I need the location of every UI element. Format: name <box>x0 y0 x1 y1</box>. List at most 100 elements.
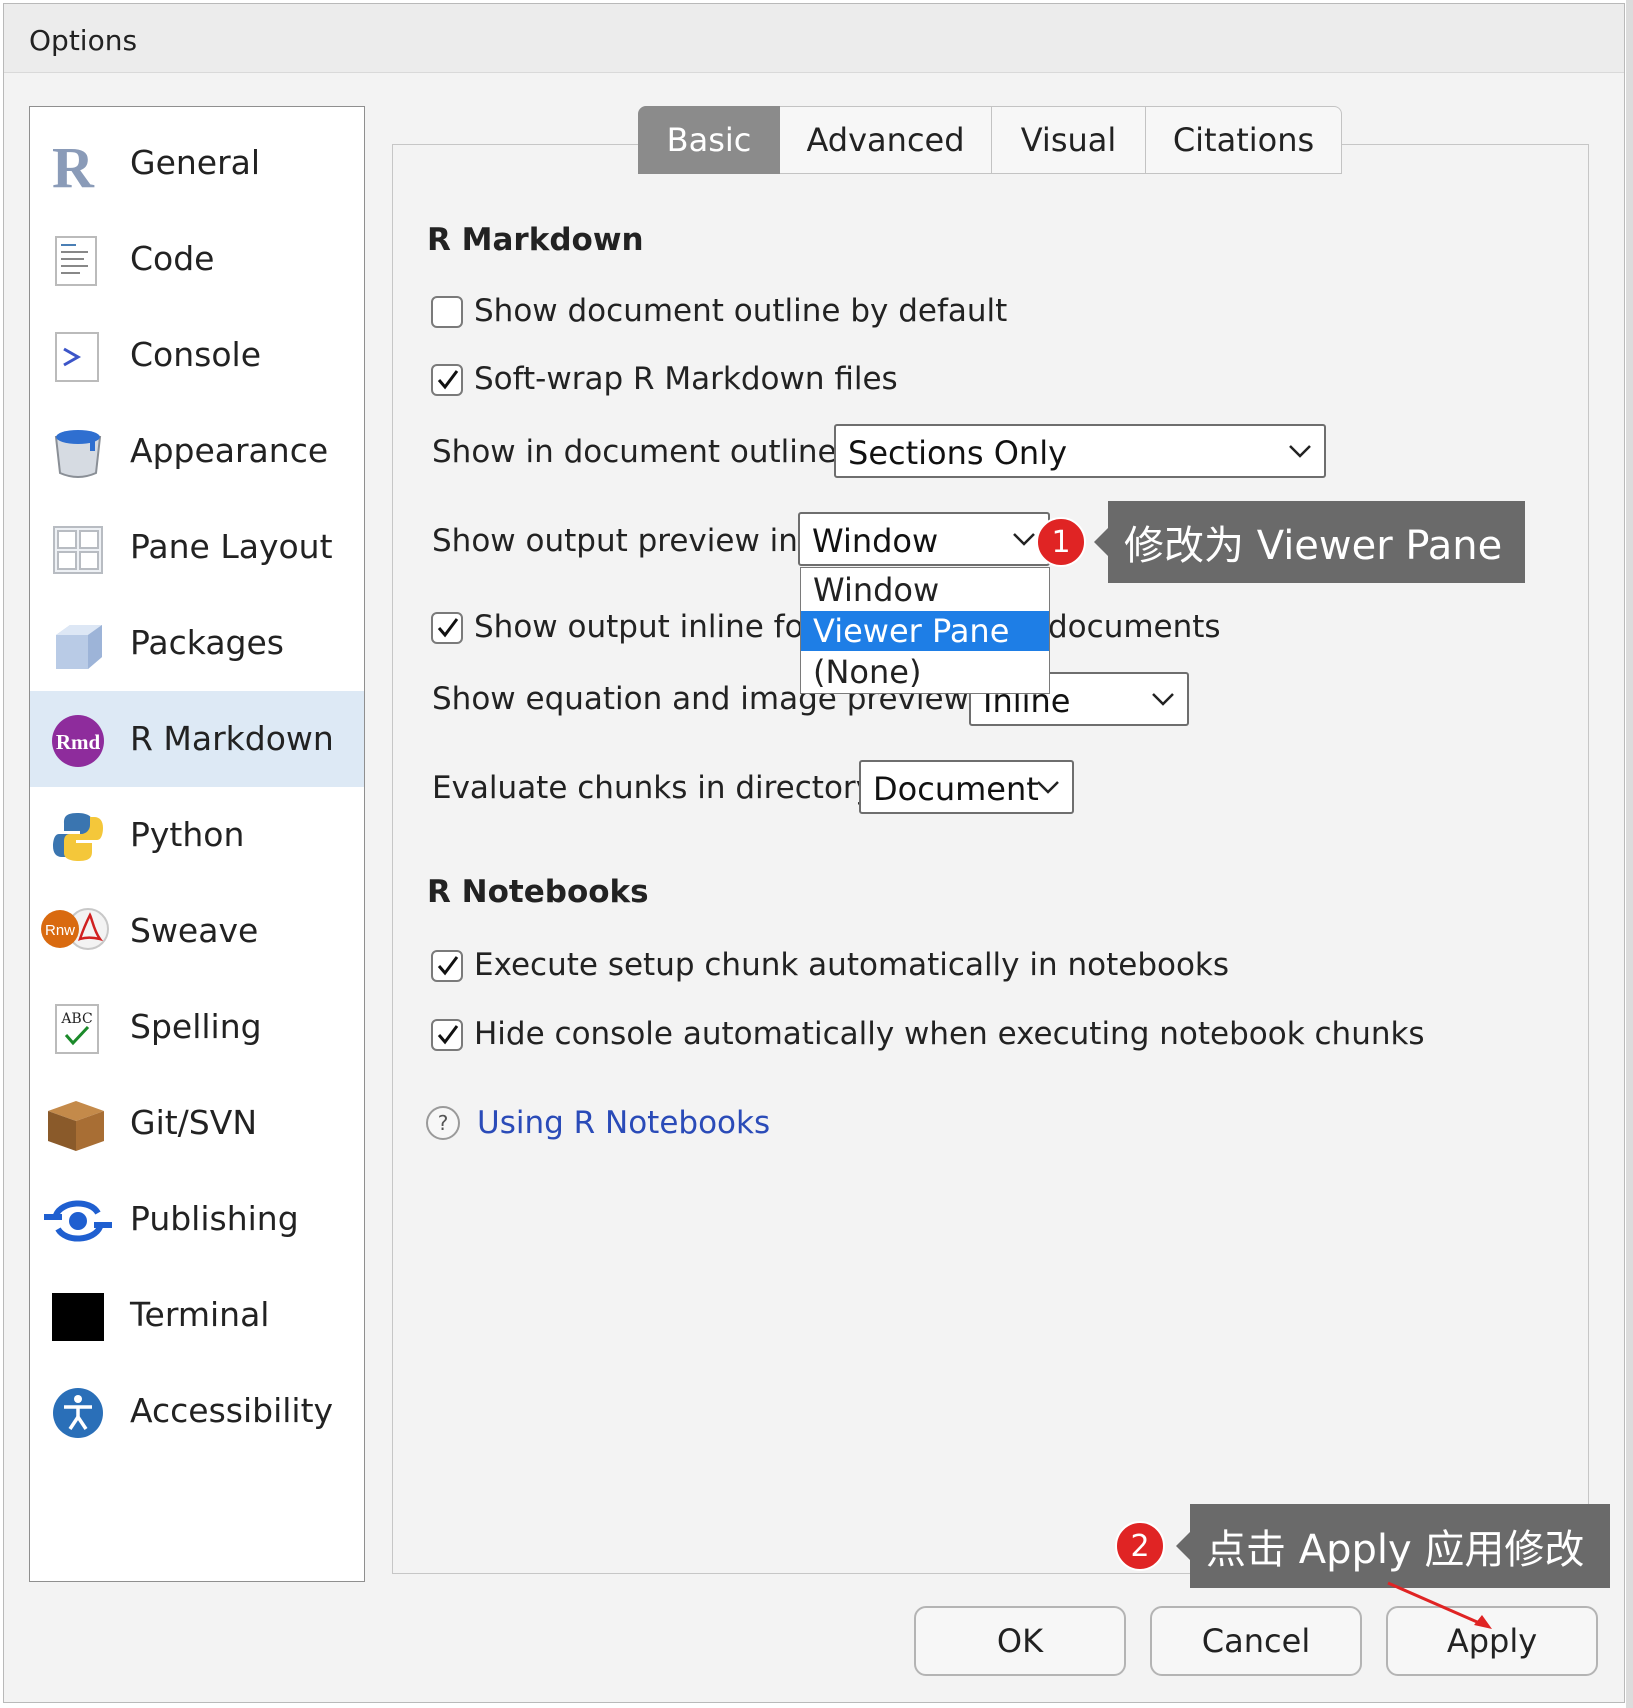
show-output-inline-label: Show output inline for <box>474 609 817 645</box>
dialog-title: Options <box>29 24 138 57</box>
sidebar-item-general[interactable]: R General <box>30 115 364 211</box>
soft-wrap-checkbox[interactable] <box>431 364 463 396</box>
tab-advanced[interactable]: Advanced <box>780 106 992 174</box>
show-output-inline-label-suffix: documents <box>1048 609 1221 645</box>
show-outline-checkbox[interactable] <box>431 296 463 328</box>
tab-basic[interactable]: Basic <box>638 106 780 174</box>
package-cube-icon <box>56 625 102 669</box>
git-box-icon <box>48 1101 104 1151</box>
step-1-callout: 修改为 Viewer Pane <box>1108 501 1525 583</box>
sidebar-item-label: Console <box>130 335 262 374</box>
chevron-down-icon <box>1013 533 1035 546</box>
sidebar-item-python[interactable]: Python <box>30 787 364 883</box>
callout-1-pointer <box>1094 528 1108 556</box>
spelling-abc-icon: ABC <box>55 1004 99 1054</box>
python-icon <box>53 813 103 861</box>
sidebar-item-label: Git/SVN <box>130 1103 258 1142</box>
title-bar: Options <box>4 4 1624 73</box>
show-in-outline-label: Show in document outline: <box>432 434 848 470</box>
sidebar-item-pane-layout[interactable]: Pane Layout <box>30 499 364 595</box>
step-2-callout: 点击 Apply 应用修改 <box>1190 1504 1610 1588</box>
evaluate-chunks-value: Document <box>873 770 1039 808</box>
sweave-icon-text: Rnw <box>45 922 75 939</box>
tab-bar: Basic Advanced Visual Citations <box>638 106 1342 176</box>
rmd-icon: Rmd <box>52 715 104 767</box>
sidebar-item-label: General <box>130 143 261 182</box>
step-2-badge: 2 <box>1115 1521 1165 1571</box>
sidebar-item-terminal[interactable]: Terminal <box>30 1267 364 1363</box>
pointer-arrow-icon <box>1387 1581 1492 1629</box>
show-in-outline-select[interactable]: Sections Only <box>834 424 1326 478</box>
sidebar-item-label: Code <box>130 239 215 278</box>
execute-setup-label: Execute setup chunk automatically in not… <box>474 947 1230 983</box>
notebooks-section-title: R Notebooks <box>427 874 649 910</box>
show-output-inline-checkbox[interactable] <box>431 612 463 644</box>
hide-console-checkbox[interactable] <box>431 1019 463 1051</box>
output-preview-label: Show output preview in: <box>432 523 809 559</box>
paint-bucket-icon <box>54 430 102 478</box>
evaluate-chunks-select[interactable]: Document <box>859 760 1074 814</box>
sidebar-item-label: Publishing <box>130 1199 299 1238</box>
sidebar-item-code[interactable]: Code <box>30 211 364 307</box>
sidebar-item-label: Python <box>130 815 245 854</box>
sidebar-item-label: Pane Layout <box>130 527 333 566</box>
chevron-down-icon <box>1037 781 1059 794</box>
sidebar-item-label: Sweave <box>130 911 259 950</box>
output-preview-dropdown-list: Window Viewer Pane (None) <box>800 567 1050 694</box>
chevron-down-icon <box>1152 693 1174 706</box>
sidebar-item-packages[interactable]: Packages <box>30 595 364 691</box>
execute-setup-checkbox[interactable] <box>431 950 463 982</box>
sidebar-item-label: Packages <box>130 623 284 662</box>
dropdown-option-window[interactable]: Window <box>801 570 1049 610</box>
svg-text:?: ? <box>438 1111 449 1135</box>
sidebar-item-git-svn[interactable]: Git/SVN <box>30 1075 364 1171</box>
ok-button[interactable]: OK <box>914 1606 1126 1676</box>
chevron-down-icon <box>1289 445 1311 458</box>
show-in-outline-value: Sections Only <box>848 434 1068 472</box>
help-icon[interactable]: ? <box>425 1105 461 1141</box>
tab-visual[interactable]: Visual <box>992 106 1146 174</box>
sidebar-item-label: Spelling <box>130 1007 262 1046</box>
sidebar-item-spelling[interactable]: ABC Spelling <box>30 979 364 1075</box>
code-file-icon <box>55 236 97 286</box>
rmd-icon-text: Rmd <box>56 730 101 754</box>
accessibility-icon <box>53 1388 103 1438</box>
r-logo-icon: R <box>52 137 95 193</box>
terminal-icon <box>52 1293 104 1341</box>
spelling-icon-text: ABC <box>60 1011 92 1027</box>
options-sidebar: R General Code Console Appearance Pane L… <box>29 106 365 1582</box>
sidebar-item-console[interactable]: Console <box>30 307 364 403</box>
sidebar-item-label: Accessibility <box>130 1391 334 1430</box>
soft-wrap-label: Soft-wrap R Markdown files <box>474 361 898 397</box>
checkmark-icon <box>437 618 459 638</box>
pane-grid-icon <box>53 526 103 574</box>
sidebar-item-label: R Markdown <box>130 719 334 758</box>
options-dialog: Options R General Code Console Appearanc… <box>3 3 1625 1703</box>
evaluate-chunks-label: Evaluate chunks in directory: <box>432 770 883 806</box>
rmarkdown-section-title: R Markdown <box>427 222 644 258</box>
rmarkdown-options-panel <box>392 144 1589 1574</box>
sidebar-item-label: Appearance <box>130 431 329 470</box>
hide-console-label: Hide console automatically when executin… <box>474 1016 1425 1052</box>
using-r-notebooks-link[interactable]: Using R Notebooks <box>477 1105 770 1141</box>
background-window-edge <box>1626 0 1633 1708</box>
checkmark-icon <box>437 1025 459 1045</box>
sidebar-item-publishing[interactable]: Publishing <box>30 1171 364 1267</box>
output-preview-select[interactable]: Window <box>798 512 1050 566</box>
output-preview-value: Window <box>812 522 939 560</box>
sidebar-item-r-markdown[interactable]: Rmd R Markdown <box>30 691 364 787</box>
console-prompt-icon <box>55 332 99 382</box>
svg-text:R: R <box>52 137 95 193</box>
checkmark-icon <box>437 956 459 976</box>
dropdown-option-none[interactable]: (None) <box>801 652 1049 692</box>
publishing-icon <box>44 1200 112 1242</box>
checkmark-icon <box>437 370 459 390</box>
tab-citations[interactable]: Citations <box>1146 106 1342 174</box>
sidebar-item-accessibility[interactable]: Accessibility <box>30 1363 364 1459</box>
sidebar-item-sweave[interactable]: Rnw Sweave <box>30 883 364 979</box>
callout-2-pointer <box>1176 1532 1190 1560</box>
dropdown-option-viewer-pane[interactable]: Viewer Pane <box>801 611 1049 651</box>
sidebar-item-appearance[interactable]: Appearance <box>30 403 364 499</box>
cancel-button[interactable]: Cancel <box>1150 1606 1362 1676</box>
show-outline-label: Show document outline by default <box>474 293 1008 329</box>
